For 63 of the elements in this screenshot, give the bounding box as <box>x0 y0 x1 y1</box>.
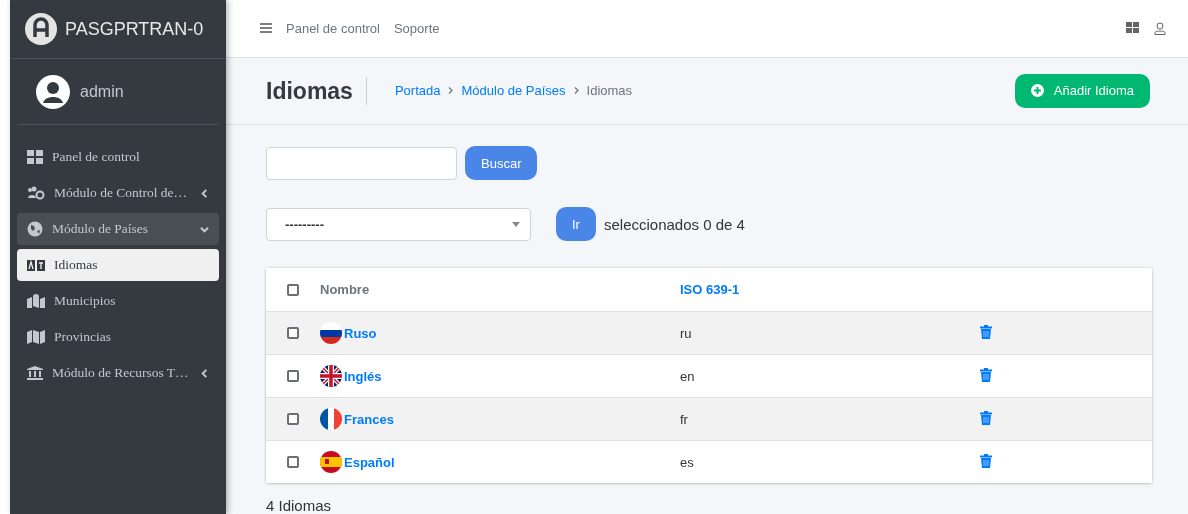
chevron-icon <box>448 87 454 95</box>
table-cell-text: en <box>680 368 696 384</box>
dropdown-arrow-icon <box>512 221 520 227</box>
search-button[interactable]: Buscar <box>465 146 538 180</box>
flag-icon <box>320 408 342 430</box>
breadcrumb-link[interactable]: Portada <box>394 83 441 99</box>
brand-name[interactable]: PASGPRTRAN-0 <box>65 18 204 40</box>
sidebar-item[interactable]: Panel de control <box>17 141 219 173</box>
users-gear-icon <box>27 186 45 200</box>
trash-icon[interactable] <box>980 453 992 468</box>
flag-icon <box>320 451 342 473</box>
nav-link[interactable]: Panel de control <box>286 20 380 36</box>
sidebar-item[interactable]: Módulo de Países <box>17 213 219 245</box>
breadcrumb-current: Idiomas <box>586 83 633 99</box>
avatar-icon <box>36 74 70 109</box>
language-link[interactable]: Español <box>344 454 395 470</box>
language-link[interactable]: Frances <box>344 411 394 427</box>
page-title: Idiomas <box>266 76 367 105</box>
dashboard-icon <box>27 150 43 164</box>
checkbox[interactable] <box>287 370 299 382</box>
sidebar-item[interactable]: Idiomas <box>17 249 219 281</box>
sidebar-item[interactable]: Módulo de Control de… <box>17 177 219 209</box>
nav-link[interactable]: Soporte <box>393 20 440 36</box>
plus-icon <box>1030 84 1044 98</box>
table-cell-text: es <box>680 454 695 470</box>
breadcrumb-link[interactable]: Módulo de Países <box>461 83 566 99</box>
trash-icon[interactable] <box>980 410 992 425</box>
sidebar-item[interactable]: Provincias <box>17 321 219 353</box>
map-icon <box>27 330 45 344</box>
caret-icon <box>200 188 209 198</box>
selection-count: seleccionados 0 de 4 <box>603 215 745 233</box>
checkbox[interactable] <box>287 456 299 468</box>
bank-icon <box>27 366 43 380</box>
table-cell-text: fr <box>680 411 689 427</box>
sidebar-item[interactable]: Municipios <box>17 285 219 317</box>
chevron-icon <box>573 87 579 95</box>
checkbox[interactable] <box>287 327 299 339</box>
flag-icon <box>320 365 342 387</box>
table-cell-text: ru <box>680 325 693 341</box>
user-icon[interactable] <box>1154 21 1166 35</box>
sidebar-item[interactable]: Módulo de Recursos T… <box>17 357 219 389</box>
trash-icon[interactable] <box>980 367 992 382</box>
translate-icon <box>27 259 45 271</box>
caret-icon <box>200 368 209 378</box>
language-link[interactable]: Ruso <box>344 325 377 341</box>
go-button[interactable]: Ir <box>556 207 596 241</box>
column-header[interactable]: ISO 639-1 <box>680 282 980 297</box>
checkbox[interactable] <box>287 413 299 425</box>
language-link[interactable]: Inglés <box>344 368 382 384</box>
add-button[interactable]: Añadir Idioma <box>1014 73 1150 108</box>
logo-icon <box>25 13 57 45</box>
search-field[interactable] <box>266 146 457 180</box>
user-name[interactable]: admin <box>80 82 124 101</box>
action-select[interactable]: --------- <box>266 207 531 241</box>
column-header: Nombre <box>320 282 371 297</box>
apps-icon[interactable] <box>1126 22 1140 35</box>
caret-icon <box>200 224 209 234</box>
trash-icon[interactable] <box>980 324 992 339</box>
globe-icon <box>27 221 43 237</box>
menu-icon[interactable] <box>260 23 272 34</box>
result-count: 4 Idiomas <box>266 497 333 514</box>
flag-icon <box>320 322 342 344</box>
checkbox[interactable] <box>287 283 299 296</box>
